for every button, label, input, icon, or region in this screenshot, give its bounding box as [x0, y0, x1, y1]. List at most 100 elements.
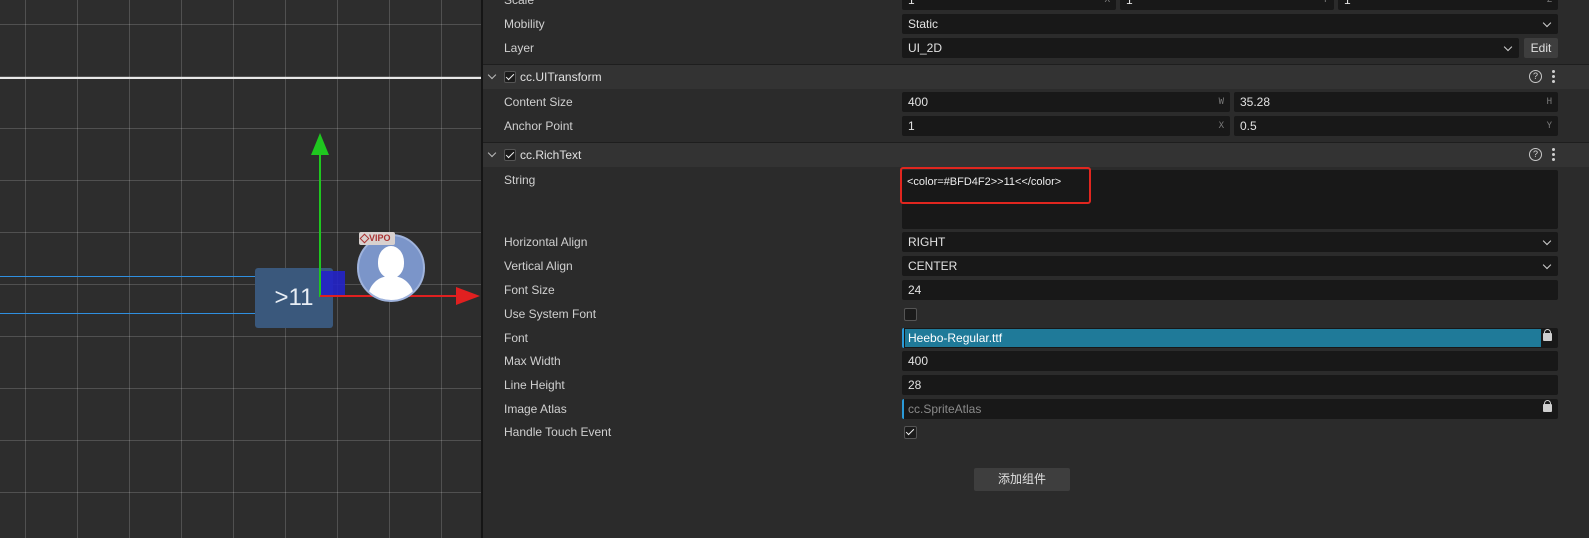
content-height-field[interactable]: 35.28 H	[1234, 92, 1558, 112]
line-height-row: Line Height 28	[483, 373, 1589, 397]
handle-touch-row: Handle Touch Event	[483, 420, 1589, 444]
image-atlas-label: Image Atlas	[504, 402, 567, 416]
anchor-point-row: Anchor Point 1 X 0.5 Y	[483, 114, 1589, 138]
content-height-value: 35.28	[1240, 95, 1271, 109]
line-height-label: Line Height	[504, 378, 565, 392]
vertical-align-row: Vertical Align CENTER	[483, 254, 1589, 278]
scale-x-value: 1	[908, 0, 915, 7]
font-asset-chip: Heebo-Regular.ttf	[905, 329, 1541, 347]
help-icon[interactable]: ?	[1529, 70, 1542, 83]
uitransform-header[interactable]: cc.UITransform ?	[483, 64, 1589, 89]
add-component-button[interactable]: 添加组件	[974, 468, 1070, 491]
richtext-title: cc.RichText	[520, 148, 582, 162]
content-size-row: Content Size 400 W 35.28 H	[483, 90, 1589, 114]
asset-accent-bar	[902, 328, 904, 348]
scale-z-field[interactable]: 1 Z	[1338, 0, 1558, 10]
layer-select[interactable]: UI_2D	[902, 38, 1519, 58]
canvas-border-line	[0, 77, 481, 79]
anchor-x-field[interactable]: 1 X	[902, 116, 1230, 136]
richtext-enabled-checkbox[interactable]	[504, 149, 516, 161]
lock-icon[interactable]	[1543, 329, 1552, 341]
avatar-body-icon	[368, 276, 414, 300]
vertical-align-select[interactable]: CENTER	[902, 256, 1558, 276]
string-label: String	[504, 173, 536, 187]
content-width-field[interactable]: 400 W	[902, 92, 1230, 112]
line-height-value: 28	[908, 378, 922, 392]
content-width-value: 400	[908, 95, 929, 109]
use-system-font-row: Use System Font	[483, 302, 1589, 326]
scale-x-field[interactable]: 1 X	[902, 0, 1116, 10]
gizmo-y-arrow-icon[interactable]	[311, 133, 329, 155]
horizontal-align-value: RIGHT	[908, 235, 946, 249]
content-size-label: Content Size	[504, 95, 573, 109]
layer-edit-button[interactable]: Edit	[1524, 38, 1558, 58]
collapse-chevron-icon[interactable]	[487, 148, 497, 158]
vertical-align-value: CENTER	[908, 259, 958, 273]
help-icon[interactable]: ?	[1529, 148, 1542, 161]
font-label: Font	[504, 331, 529, 345]
mobility-value: Static	[908, 17, 939, 31]
anchor-x-value: 1	[908, 119, 915, 133]
anchor-point-label: Anchor Point	[504, 119, 573, 133]
horizontal-align-label: Horizontal Align	[504, 235, 588, 249]
asset-accent-bar	[902, 399, 904, 419]
font-size-value: 24	[908, 283, 922, 297]
collapse-chevron-icon[interactable]	[487, 70, 497, 80]
more-menu-icon[interactable]	[1552, 69, 1556, 85]
scale-y-suffix: Y	[1322, 0, 1328, 5]
image-atlas-placeholder: cc.SpriteAtlas	[908, 402, 982, 416]
mobility-row: Mobility Static	[483, 12, 1589, 36]
more-menu-icon[interactable]	[1552, 147, 1556, 163]
scale-x-suffix: X	[1104, 0, 1110, 5]
scale-z-value: 1	[1344, 0, 1351, 7]
anchor-y-suffix: Y	[1546, 121, 1552, 131]
content-height-suffix: H	[1546, 97, 1552, 107]
layer-label: Layer	[504, 41, 535, 55]
layer-value: UI_2D	[908, 41, 943, 55]
max-width-label: Max Width	[504, 354, 561, 368]
font-row: Font Heebo-Regular.ttf	[483, 326, 1589, 350]
scale-label: Scale	[504, 0, 535, 7]
anchor-y-value: 0.5	[1240, 119, 1257, 133]
gizmo-x-arrow-icon[interactable]	[456, 287, 480, 305]
mobility-label: Mobility	[504, 17, 545, 31]
scene-view[interactable]: >11 VIPO	[0, 0, 481, 538]
font-value: Heebo-Regular.ttf	[908, 331, 1003, 345]
scale-y-field[interactable]: 1 Y	[1120, 0, 1334, 10]
horizontal-align-row: Horizontal Align RIGHT	[483, 230, 1589, 254]
image-atlas-field[interactable]: cc.SpriteAtlas	[902, 399, 1558, 419]
font-size-input[interactable]: 24	[902, 280, 1558, 300]
line-height-input[interactable]: 28	[902, 375, 1558, 395]
horizontal-align-select[interactable]: RIGHT	[902, 232, 1558, 252]
content-width-suffix: W	[1218, 97, 1224, 107]
handle-touch-label: Handle Touch Event	[504, 425, 612, 439]
avatar-head-icon	[378, 246, 404, 278]
scale-row: Scale 1 X 1 Y 1 Z	[483, 0, 1589, 12]
uitransform-enabled-checkbox[interactable]	[504, 71, 516, 83]
max-width-value: 400	[908, 354, 929, 368]
use-system-font-label: Use System Font	[504, 307, 597, 321]
string-row: String <color=#BFD4F2>>11<</color>	[483, 167, 1589, 230]
font-asset-field[interactable]: Heebo-Regular.ttf	[902, 328, 1558, 348]
vip-badge: VIPO	[359, 232, 395, 245]
anchor-x-suffix: X	[1218, 121, 1224, 131]
richtext-header[interactable]: cc.RichText ?	[483, 142, 1589, 167]
max-width-row: Max Width 400	[483, 349, 1589, 373]
scale-z-suffix: Z	[1546, 0, 1552, 5]
handle-touch-checkbox[interactable]	[904, 426, 917, 439]
scale-y-value: 1	[1126, 0, 1133, 7]
image-atlas-row: Image Atlas cc.SpriteAtlas	[483, 397, 1589, 421]
lock-icon[interactable]	[1543, 400, 1552, 412]
rich-text-node-label: >11	[274, 284, 314, 311]
uitransform-title: cc.UITransform	[520, 70, 602, 84]
use-system-font-checkbox[interactable]	[904, 308, 917, 321]
mobility-select[interactable]: Static	[902, 14, 1558, 34]
layer-row: Layer UI_2D Edit	[483, 36, 1589, 60]
font-size-row: Font Size 24	[483, 278, 1589, 302]
inspector-panel: Scale 1 X 1 Y 1 Z Mobility Static Layer …	[483, 0, 1589, 538]
gizmo-xy-handle[interactable]	[321, 271, 345, 295]
vertical-align-label: Vertical Align	[504, 259, 573, 273]
max-width-input[interactable]: 400	[902, 351, 1558, 371]
anchor-y-field[interactable]: 0.5 Y	[1234, 116, 1558, 136]
gizmo-y-axis[interactable]	[319, 152, 321, 297]
